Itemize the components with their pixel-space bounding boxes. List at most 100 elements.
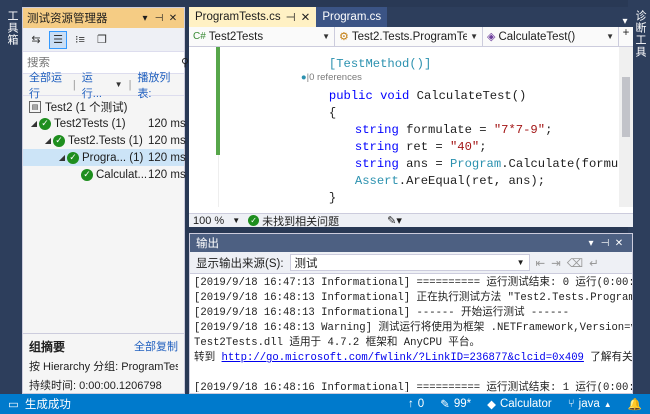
help-link[interactable]: http://go.microsoft.com/fwlink/?LinkID=2… [222, 352, 584, 364]
tree-item[interactable]: ✓ Calculat... 120 ms [23, 166, 186, 183]
test-explorer-toolbar: ⇆ ☰ ⁝≡ ❐ [23, 28, 184, 52]
close-icon[interactable]: ✕ [612, 238, 626, 249]
notifications-icon[interactable]: 🔔 [628, 397, 642, 411]
branch-indicator[interactable]: ⑂ java ▲ [568, 398, 612, 410]
repo-indicator[interactable]: ◆ Calculator [487, 397, 552, 411]
chevron-down-icon: ▼ [322, 32, 330, 41]
class-dropdown[interactable]: ⚙ Test2.Tests.ProgramTest ▼ [335, 27, 483, 46]
find-next-icon[interactable]: ⇥ [551, 256, 561, 270]
output-line: 转到 http://go.microsoft.com/fwlink/?LinkI… [194, 351, 632, 366]
editor-scrollbar[interactable] [619, 47, 633, 207]
tab-program[interactable]: Program.cs [316, 7, 388, 27]
build-status-icon: ▭ [8, 399, 19, 411]
output-titlebar: 输出 ▾ ⊣ ✕ [190, 234, 632, 252]
diagnostics-label[interactable]: 诊断工具 [632, 10, 648, 58]
expand-all-icon[interactable]: ⁝≡ [71, 31, 89, 49]
issues-indicator[interactable]: ✓ 未找到相关问题 [248, 213, 339, 229]
chevron-down-icon: ▼ [516, 258, 525, 267]
tree-item[interactable]: ◢ ✓ Test2.Tests (1) 120 ms [23, 132, 186, 149]
playlist-link[interactable]: 播放列表: [137, 69, 178, 101]
code-token: ; [545, 123, 553, 137]
split-icon[interactable]: + [619, 27, 633, 46]
tree-root-label: Test2 (1 个测试) [45, 101, 128, 114]
toolbox-label[interactable]: 工具箱 [4, 10, 20, 46]
check-icon: ✓ [248, 215, 260, 226]
changes-count: 99* [453, 398, 472, 410]
tree-item-label: Progra... (1) [82, 151, 144, 164]
test-search-input[interactable] [27, 56, 181, 69]
copy-icon[interactable]: ❐ [93, 31, 111, 49]
group-by-icon[interactable]: ⇆ [27, 31, 45, 49]
run-link[interactable]: 运行... [82, 69, 109, 101]
test-explorer-titlebar: 测试资源管理器 ▾ ⊣ ✕ [23, 8, 184, 28]
separator: | [72, 78, 76, 91]
word-wrap-icon[interactable]: ↵ [589, 256, 599, 270]
output-panel: 输出 ▾ ⊣ ✕ 显示输出来源(S): 测试 ▼ ⇤ ⇥ ⌫ ↵ [2019/9… [189, 233, 633, 394]
output-line: [2019/9/18 16:47:13 Informational] =====… [194, 277, 632, 289]
repo-icon: ◆ [487, 399, 496, 411]
passed-icon: ✓ [67, 151, 79, 164]
clear-all-icon[interactable]: ⌫ [567, 256, 583, 270]
member-dropdown[interactable]: ◈ CalculateTest() ▼ [483, 27, 619, 46]
chevron-down-icon[interactable]: ▼ [115, 80, 123, 89]
pin-icon[interactable]: ⊣ [286, 10, 296, 24]
change-marker [216, 47, 220, 155]
chevron-down-icon[interactable]: ▾ [138, 13, 152, 24]
expander-icon[interactable]: ◢ [29, 119, 39, 128]
scrollbar-thumb[interactable] [622, 77, 630, 137]
code-editor: ProgramTests.cs ⊣ ✕ Program.cs ▾ C# Test… [189, 7, 633, 229]
method-name-token: CalculateTest() [409, 89, 527, 103]
chevron-down-icon: ▼ [470, 32, 478, 41]
expander-icon[interactable]: ◢ [43, 136, 53, 145]
keyword-token: public void [328, 89, 410, 103]
find-previous-icon[interactable]: ⇤ [536, 256, 546, 270]
copy-all-link[interactable]: 全部复制 [134, 338, 178, 355]
test-explorer-panel: 测试资源管理器 ▾ ⊣ ✕ ⇆ ☰ ⁝≡ ❐ ⚲▾ 全部运行 | 运行... ▼… [22, 7, 195, 394]
output-source-label: 显示输出来源(S): [196, 257, 284, 270]
close-icon[interactable]: ✕ [166, 13, 180, 24]
code-token: .AreEqual(ret, ans); [398, 174, 546, 188]
changes-indicator[interactable]: ✎ 99* [440, 397, 471, 411]
test-run-links: 全部运行 | 运行... ▼ | 播放列表: [23, 72, 184, 100]
run-all-link[interactable]: 全部运行 [29, 69, 67, 101]
project-dropdown[interactable]: C# Test2Tests ▼ [189, 27, 335, 46]
passed-icon: ✓ [53, 134, 65, 147]
status-bar: ▭ 生成成功 ↑ 0 ✎ 99* ◆ Calculator ⑂ java ▲ 🔔 [0, 394, 650, 414]
expander-icon[interactable]: ◢ [57, 153, 67, 162]
branch-name: java [578, 398, 600, 410]
brush-icon[interactable]: ✎▾ [387, 214, 402, 227]
output-line: [2019/9/18 16:48:13 Informational] 正在执行测… [194, 292, 632, 304]
output-line: [2019/9/18 16:48:16 Informational] =====… [194, 382, 632, 392]
tab-label: ProgramTests.cs [195, 11, 281, 23]
zoom-level[interactable]: 100 % [193, 215, 224, 227]
tree-item-duration: 120 ms [148, 168, 186, 181]
output-text-span: 转到 [194, 352, 222, 364]
tab-label: Program.cs [322, 11, 382, 23]
chevron-down-icon[interactable]: ▾ [584, 238, 598, 249]
push-indicator[interactable]: ↑ 0 [408, 398, 424, 410]
branch-icon: ⑂ [567, 398, 575, 410]
pin-icon[interactable]: ⊣ [152, 13, 166, 24]
tab-programtests[interactable]: ProgramTests.cs ⊣ ✕ [189, 7, 317, 27]
summary-grouping: 按 Hierarchy 分组: ProgramTests [29, 361, 178, 373]
tree-item[interactable]: ◢ ✓ Test2Tests (1) 120 ms [23, 115, 186, 132]
code-area[interactable]: [TestMethod()] ●|0 references public voi… [189, 47, 633, 207]
summary-title: 组摘要 [29, 340, 66, 354]
tree-root[interactable]: ▤ Test2 (1 个测试) [23, 98, 184, 115]
pin-icon[interactable]: ⊣ [598, 238, 612, 249]
hierarchy-icon[interactable]: ☰ [49, 30, 67, 49]
toolbox-strip[interactable]: 工具箱 [0, 0, 22, 394]
pencil-icon: ✎ [440, 399, 450, 411]
chevron-down-icon[interactable]: ▾ [617, 16, 633, 27]
output-source-select[interactable]: 测试 ▼ [289, 254, 530, 271]
close-icon[interactable]: ✕ [301, 10, 311, 24]
chevron-down-icon[interactable]: ▼ [232, 216, 240, 225]
editor-gutter [189, 47, 219, 207]
output-toolbar: 显示输出来源(S): 测试 ▼ ⇤ ⇥ ⌫ ↵ [190, 252, 632, 274]
member-label: CalculateTest() [498, 30, 576, 43]
project-label: Test2Tests [208, 30, 264, 43]
type-token: Assert [354, 174, 399, 188]
output-text[interactable]: [2019/9/18 16:47:13 Informational] =====… [190, 274, 632, 392]
tree-item-selected[interactable]: ◢ ✓ Progra... (1) 120 ms [23, 149, 186, 166]
